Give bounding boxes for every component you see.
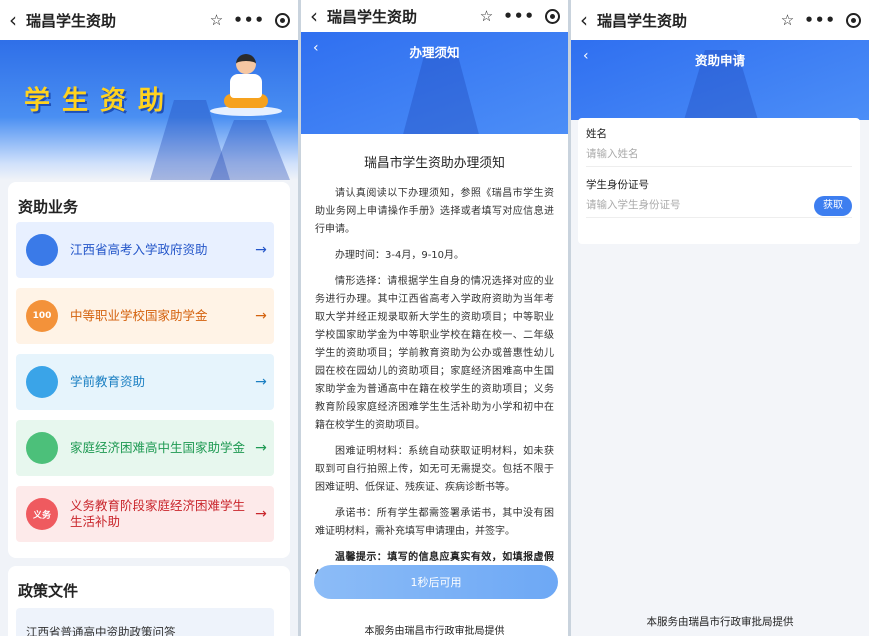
- service-footer: 本服务由瑞昌市行政审批局提供: [646, 616, 794, 628]
- get-button[interactable]: 获取: [814, 196, 852, 216]
- business-item[interactable]: 义务 义务教育阶段家庭经济困难学生生活补助 →: [16, 486, 274, 542]
- building-graphic: [401, 52, 481, 134]
- more-icon[interactable]: •••: [804, 11, 836, 29]
- service-footer: 本服务由瑞昌市行政审批局提供: [364, 626, 505, 636]
- policy-item[interactable]: 江西省普通高中资助政策问答: [16, 608, 274, 636]
- header-banner: ‹ 资助申请: [571, 40, 869, 120]
- business-label: 学前教育资助: [70, 374, 146, 389]
- capsule-menu: ☆ •••: [210, 11, 298, 29]
- id-label: 学生身份证号: [586, 179, 649, 191]
- more-icon[interactable]: •••: [503, 7, 535, 25]
- star-icon[interactable]: ☆: [781, 11, 794, 29]
- banner-title: 学生资助: [24, 86, 177, 116]
- business-label: 义务教育阶段家庭经济困难学生生活补助: [70, 498, 246, 529]
- header-title: 办理须知: [409, 45, 460, 60]
- id-placeholder: 请输入学生身份证号: [586, 199, 681, 211]
- application-form: 姓名 请输入姓名 学生身份证号 请输入学生身份证号 获取: [578, 118, 860, 244]
- policy-title: 政策文件: [18, 582, 79, 600]
- capsule-menu: ☆ •••: [781, 11, 869, 29]
- star-icon[interactable]: ☆: [210, 11, 223, 29]
- business-item[interactable]: 100 中等职业学校国家助学金 →: [16, 288, 274, 344]
- top-bar: ‹ 瑞昌学生资助 ☆ •••: [301, 0, 568, 32]
- business-icon: 义务: [26, 498, 58, 530]
- arrow-right-icon: →: [255, 374, 267, 390]
- capsule-menu: ☆ •••: [480, 7, 568, 25]
- business-icon: [26, 366, 58, 398]
- arrow-right-icon: →: [255, 440, 267, 456]
- header-title: 资助申请: [694, 53, 745, 68]
- back-icon[interactable]: ‹: [0, 8, 26, 32]
- notice-paragraph: 办理时间：3-4月，9-10月。: [335, 250, 465, 261]
- business-card: 资助业务 江西省高考入学政府资助 → 100 中等职业学校国家助学金 → 学前教育资助 → 家…: [8, 182, 290, 558]
- arrow-right-icon: →: [255, 242, 267, 258]
- building-graphic: [210, 120, 290, 180]
- business-icon: [26, 234, 58, 266]
- arrow-right-icon: →: [255, 506, 267, 522]
- student-illustration-icon: [210, 54, 282, 116]
- business-label: 家庭经济困难高中生国家助学金: [70, 440, 246, 455]
- business-icon: [26, 432, 58, 464]
- back-icon[interactable]: ‹: [301, 4, 327, 28]
- back-icon[interactable]: ‹: [571, 8, 597, 32]
- business-label: 江西省高考入学政府资助: [70, 242, 208, 257]
- top-bar: ‹ 瑞昌学生资助 ☆ •••: [0, 0, 298, 40]
- id-input[interactable]: 请输入学生身份证号 获取: [586, 192, 852, 218]
- business-icon: 100: [26, 300, 58, 332]
- app-title: 瑞昌学生资助: [26, 11, 117, 30]
- agree-button[interactable]: 1秒后可用: [314, 565, 558, 599]
- section-title: 资助业务: [18, 198, 79, 216]
- banner: 学生资助: [0, 40, 298, 180]
- close-mini-program-icon[interactable]: [275, 12, 290, 28]
- header-banner: ‹ 办理须知: [301, 32, 568, 134]
- app-title: 瑞昌学生资助: [327, 7, 418, 26]
- business-label: 中等职业学校国家助学金: [70, 308, 208, 323]
- arrow-right-icon: →: [255, 308, 267, 324]
- application-screen: ‹ 瑞昌学生资助 ☆ ••• ‹ 资助申请 姓名 请输入姓名 学生身份证号 请输…: [571, 0, 869, 636]
- close-mini-program-icon[interactable]: [846, 12, 861, 28]
- business-item[interactable]: 江西省高考入学政府资助 →: [16, 222, 274, 278]
- close-mini-program-icon[interactable]: [545, 8, 560, 24]
- more-icon[interactable]: •••: [233, 11, 265, 29]
- notice-paragraph: 请认真阅读以下办理须知，参照《瑞昌市学生资助业务网上申请操作手册》选择或者填写对…: [315, 188, 554, 235]
- notice-paragraph: 情形选择：请根据学生自身的情况选择对应的业务进行办理。其中江西省高考入学政府资助…: [315, 276, 554, 431]
- doc-title: 瑞昌市学生资助办理须知: [364, 156, 505, 171]
- name-label: 姓名: [586, 128, 607, 140]
- name-input[interactable]: 请输入姓名: [586, 141, 852, 167]
- home-screen: ‹ 瑞昌学生资助 ☆ ••• 学生资助 资助业务 江西省高考入学政府资助 → 100…: [0, 0, 298, 636]
- star-icon[interactable]: ☆: [480, 7, 493, 25]
- business-item[interactable]: 家庭经济困难高中生国家助学金 →: [16, 420, 274, 476]
- notice-paragraph: 困难证明材料：系统自动获取证明材料，如未获取到可自行拍照上传，如无可无需提交。包…: [315, 446, 554, 493]
- business-item[interactable]: 学前教育资助 →: [16, 354, 274, 410]
- notice-content: 瑞昌市学生资助办理须知 请认真阅读以下办理须知，参照《瑞昌市学生资助业务网上申请…: [301, 134, 568, 636]
- notice-screen: ‹ 瑞昌学生资助 ☆ ••• ‹ 办理须知 瑞昌市学生资助办理须知 请认真阅读以…: [301, 0, 568, 636]
- app-title: 瑞昌学生资助: [597, 11, 688, 30]
- policy-card: 政策文件 江西省普通高中资助政策问答: [8, 566, 290, 636]
- notice-paragraph: 承诺书：所有学生都需签署承诺书，其中没有困难证明材料，需补充填写申请理由，并签字…: [315, 508, 554, 537]
- top-bar: ‹ 瑞昌学生资助 ☆ •••: [571, 0, 869, 40]
